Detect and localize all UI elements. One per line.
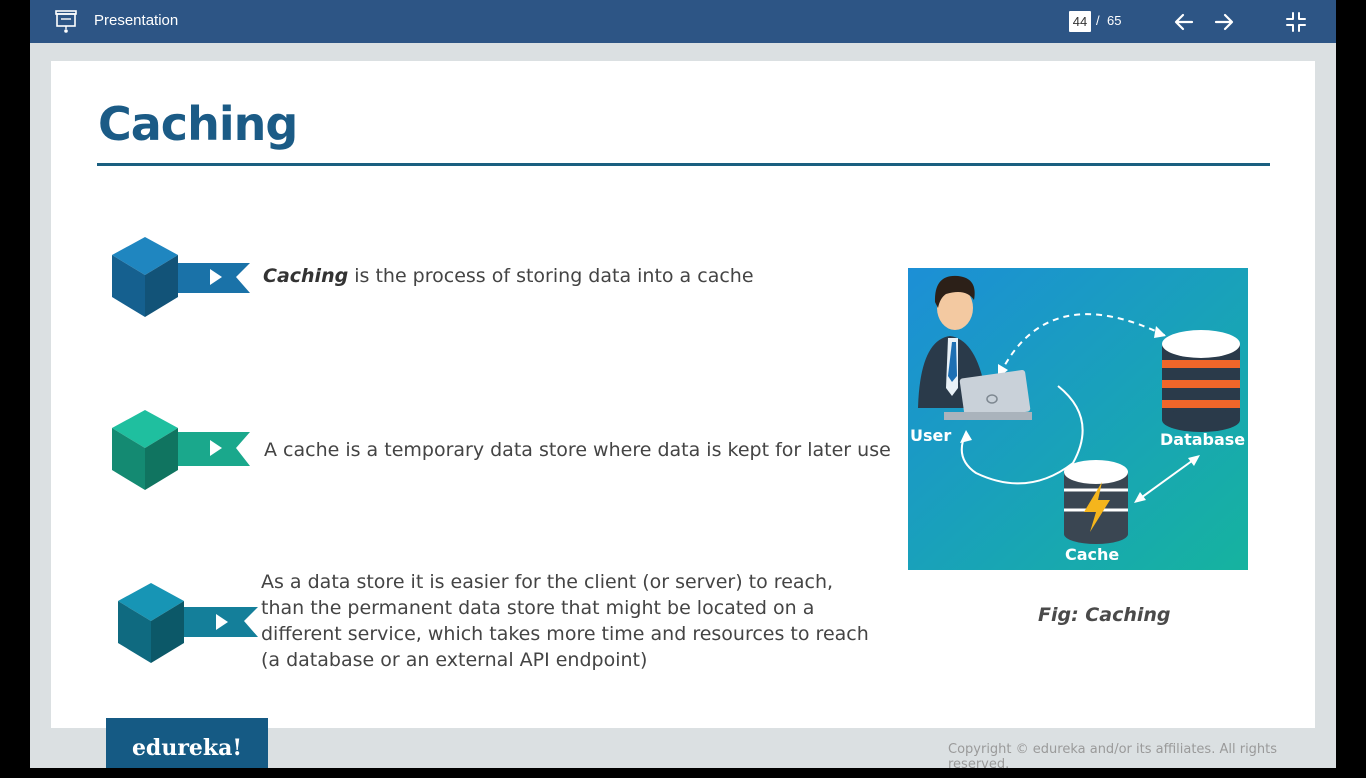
slide-title: Caching	[98, 97, 298, 151]
caching-diagram: User Database Cache	[908, 268, 1248, 570]
database-label: Database	[1160, 430, 1245, 449]
viewer-toolbar: Presentation 44 / 65	[30, 0, 1336, 43]
edureka-logo: edureka!	[106, 718, 268, 768]
slide: Caching Caching is the process of storin…	[51, 61, 1315, 728]
bullet-cube-icon	[112, 410, 250, 490]
bullet-cube-icon	[112, 237, 250, 317]
bullet-text-3: As a data store it is easier for the cli…	[261, 571, 869, 671]
arrow-right-icon[interactable]	[1212, 10, 1236, 34]
total-pages: 65	[1107, 13, 1122, 28]
figure-caption: Fig: Caching	[1038, 604, 1171, 626]
presentation-icon[interactable]	[54, 9, 78, 35]
viewer-title: Presentation	[94, 12, 179, 29]
cache-icon	[1064, 460, 1128, 544]
cache-label: Cache	[1065, 545, 1119, 564]
presentation-viewer: Presentation 44 / 65 Caching Caching is …	[30, 0, 1336, 772]
page-separator: /	[1096, 13, 1100, 28]
database-icon	[1162, 330, 1240, 432]
exit-fullscreen-icon[interactable]	[1284, 10, 1308, 34]
current-page-input[interactable]: 44	[1069, 11, 1091, 32]
bullet-text-1: Caching is the process of storing data i…	[263, 265, 754, 287]
title-divider	[97, 163, 1270, 166]
bullet-cube-icon	[118, 583, 258, 663]
arrow-left-icon[interactable]	[1172, 10, 1196, 34]
bullet-text-2: A cache is a temporary data store where …	[264, 439, 891, 461]
user-label: User	[910, 426, 951, 445]
